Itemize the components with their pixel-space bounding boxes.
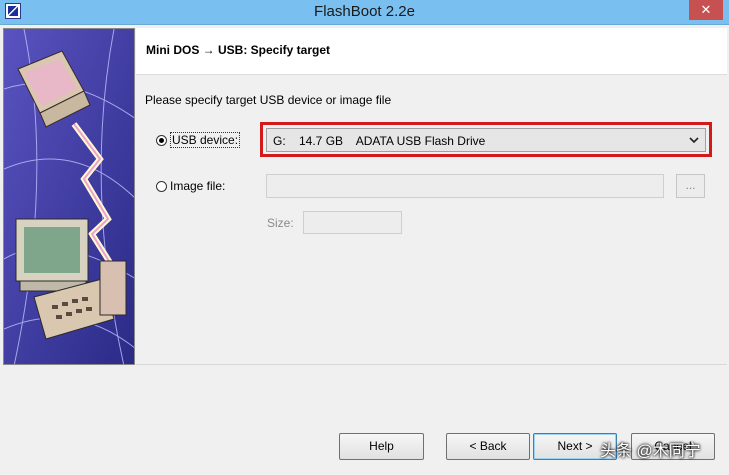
usb-device-radio[interactable]	[156, 135, 167, 146]
usb-device-label[interactable]: USB device:	[170, 132, 241, 148]
image-file-radio[interactable]	[156, 181, 167, 192]
browse-button[interactable]: ...	[676, 174, 705, 198]
wizard-header: Mini DOS → USB: Specify target	[136, 28, 727, 75]
size-field[interactable]	[303, 211, 402, 234]
window-title: FlashBoot 2.2e	[314, 3, 415, 20]
close-button[interactable]: ✕	[689, 0, 723, 20]
wizard-side-illustration	[3, 28, 135, 365]
footer-divider	[136, 364, 727, 365]
image-file-input[interactable]	[266, 174, 664, 198]
watermark-text: 头条 @木同宁	[600, 443, 701, 460]
computer-illustration-image	[4, 29, 134, 364]
image-file-label[interactable]: Image file:	[170, 179, 225, 193]
help-button[interactable]: Help	[339, 433, 424, 460]
usb-device-value: G: 14.7 GB ADATA USB Flash Drive	[273, 134, 486, 148]
size-label: Size:	[267, 216, 294, 230]
back-button[interactable]: < Back	[446, 433, 530, 460]
title-bar: FlashBoot 2.2e ✕	[0, 0, 729, 25]
page-title: Mini DOS → USB: Specify target	[146, 43, 331, 57]
chevron-down-icon[interactable]	[689, 133, 699, 147]
usb-device-label-text: USB device:	[170, 132, 241, 148]
usb-device-select[interactable]: G: 14.7 GB ADATA USB Flash Drive	[266, 128, 706, 152]
instruction-text: Please specify target USB device or imag…	[145, 93, 392, 107]
